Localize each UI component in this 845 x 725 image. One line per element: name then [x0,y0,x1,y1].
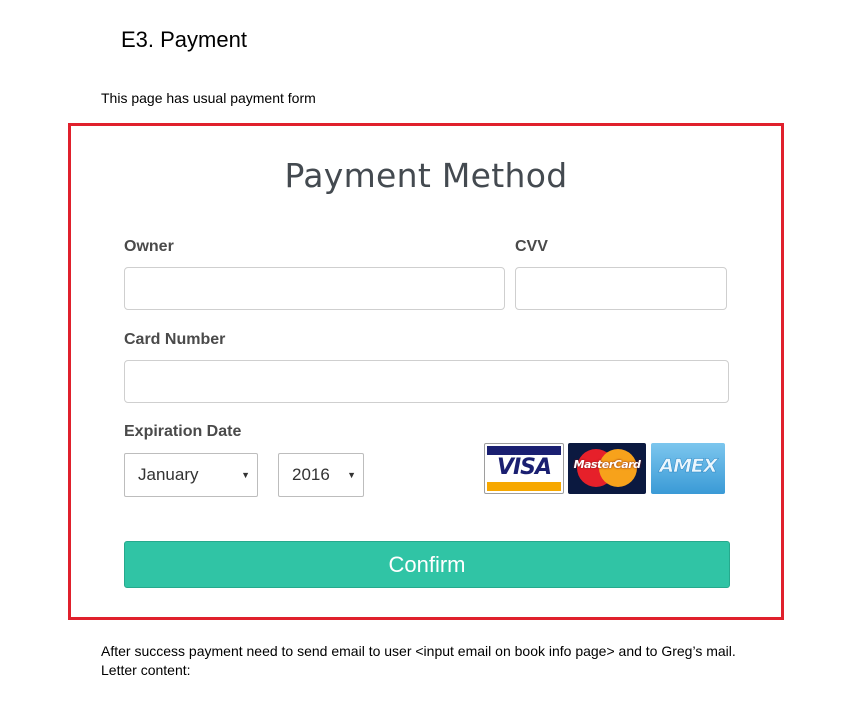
intro-text: This page has usual payment form [101,90,316,106]
payment-form-highlight: Payment Method Owner CVV Card Number Exp… [68,123,784,620]
visa-logo-text: VISA [496,455,552,480]
visa-band-bottom [487,482,561,491]
mastercard-logo-text: MasterCard [573,458,641,471]
letter-content-label: Letter content: [101,662,191,678]
after-payment-text: After success payment need to send email… [101,643,736,659]
note-text: After success payment need to send email… [101,642,741,680]
cvv-label: CVV [515,238,548,255]
chevron-down-icon: ▼ [241,470,250,480]
visa-logo: VISA [484,443,564,494]
owner-input[interactable] [124,267,505,310]
expiration-date-label: Expiration Date [124,423,242,440]
year-select-value: 2016 [292,465,330,484]
month-select-value: January [138,465,199,484]
card-number-input[interactable] [124,360,729,403]
form-title: Payment Method [284,156,568,195]
month-select[interactable]: January ▼ [124,453,258,497]
year-select[interactable]: 2016 ▼ [278,453,364,497]
confirm-button[interactable]: Confirm [124,541,730,588]
amex-logo: AMEX [651,443,725,494]
chevron-down-icon: ▼ [347,470,356,480]
page-heading: E3. Payment [121,27,247,52]
owner-label: Owner [124,238,174,255]
card-number-label: Card Number [124,331,226,348]
cvv-input[interactable] [515,267,727,310]
amex-logo-text: AMEX [659,455,718,478]
mastercard-logo: MasterCard [568,443,646,494]
